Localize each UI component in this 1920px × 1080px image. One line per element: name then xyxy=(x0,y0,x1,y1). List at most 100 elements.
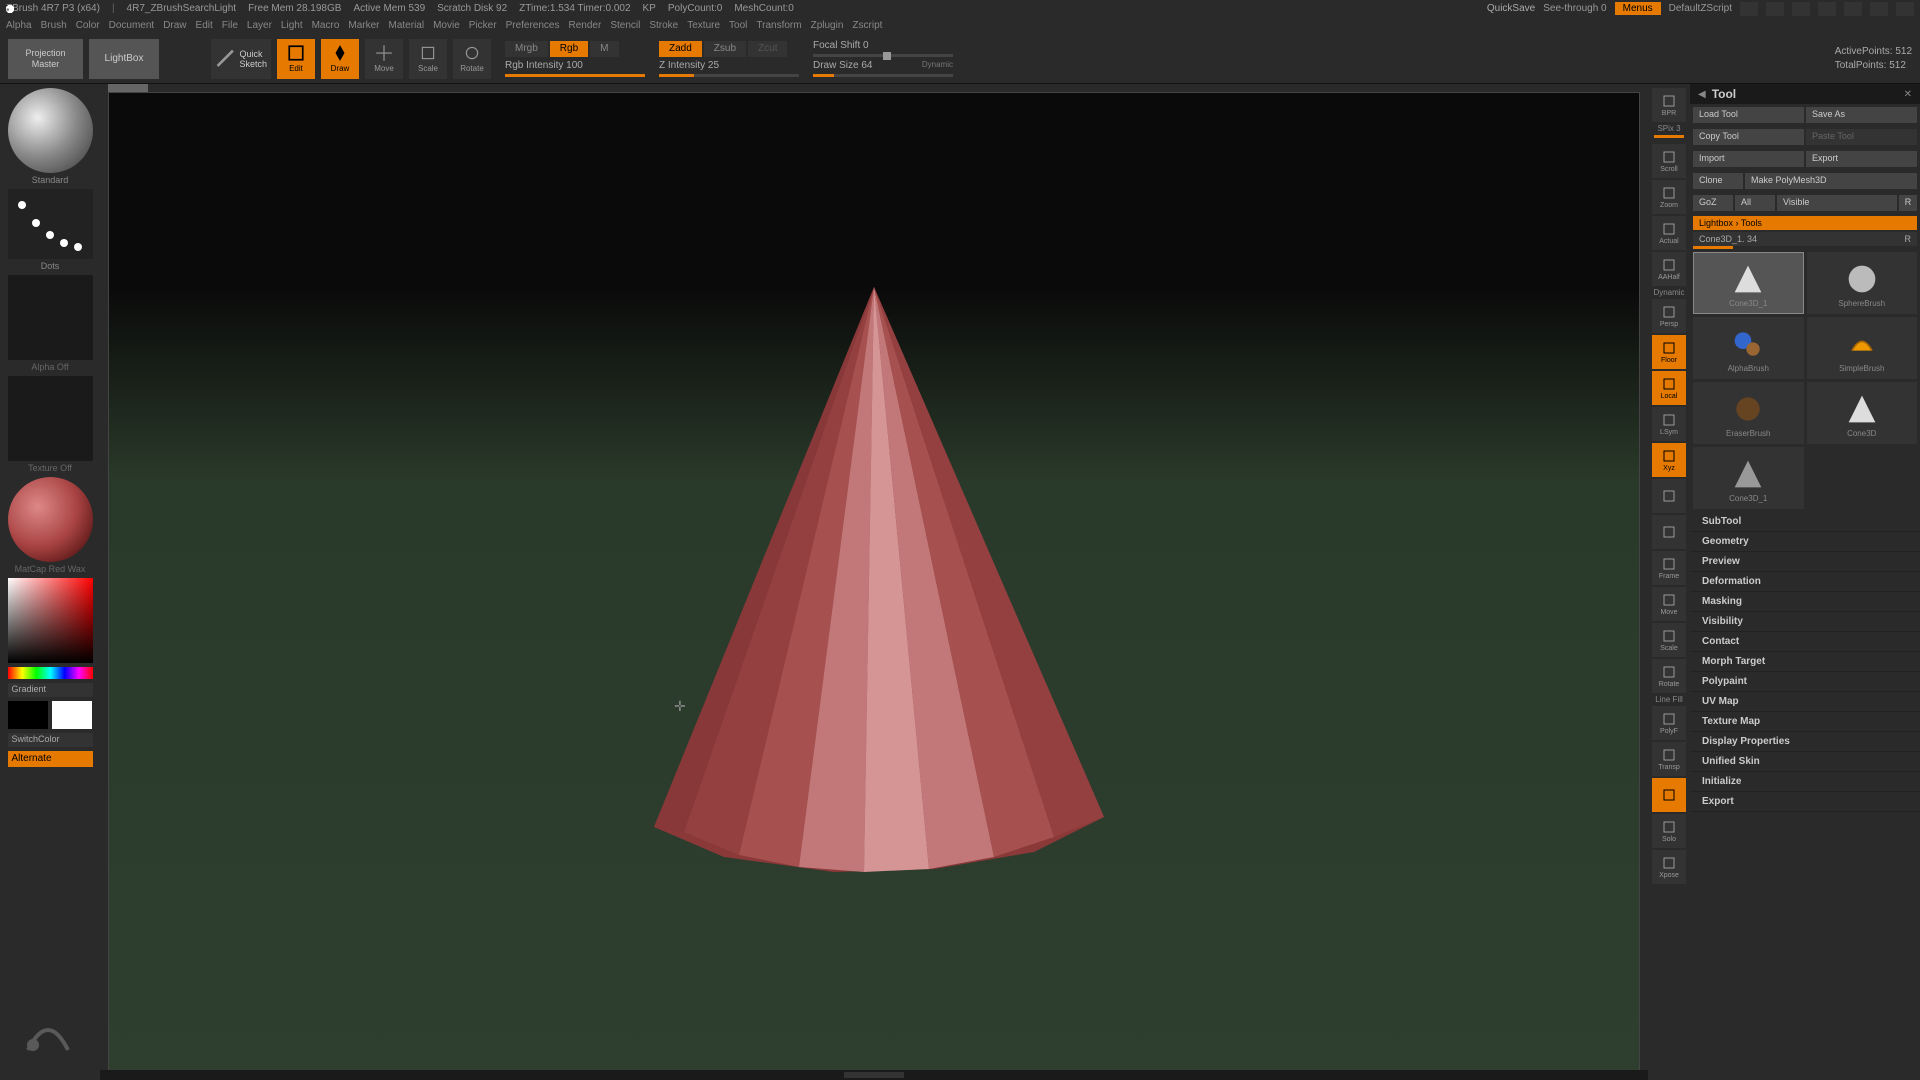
menu-zscript[interactable]: Zscript xyxy=(852,20,882,31)
accordion-texture-map[interactable]: Texture Map xyxy=(1690,712,1920,732)
tool-button[interactable] xyxy=(1652,479,1686,513)
Scale-button[interactable]: Scale xyxy=(1652,623,1686,657)
tool-thumb-EraserBrush[interactable]: EraserBrush xyxy=(1693,382,1804,444)
Actual-button[interactable]: Actual xyxy=(1652,216,1686,250)
texture-thumbnail[interactable] xyxy=(8,376,93,461)
window-icon-4[interactable] xyxy=(1818,2,1836,16)
alpha-thumbnail[interactable] xyxy=(8,275,93,360)
window-icon-3[interactable] xyxy=(1792,2,1810,16)
tool-thumb-Cone3D_1[interactable]: Cone3D_1 xyxy=(1693,252,1804,314)
Local-button[interactable]: Local xyxy=(1652,371,1686,405)
rgb-button[interactable]: Rgb xyxy=(550,41,588,57)
goz-all-button[interactable]: All xyxy=(1735,195,1775,211)
z-intensity-slider[interactable] xyxy=(659,74,799,77)
goz-r-button[interactable]: R xyxy=(1899,195,1917,211)
move-button[interactable]: Move xyxy=(365,39,403,79)
accordion-preview[interactable]: Preview xyxy=(1690,552,1920,572)
window-icon-2[interactable] xyxy=(1766,2,1784,16)
menu-file[interactable]: File xyxy=(222,20,238,31)
Frame-button[interactable]: Frame xyxy=(1652,551,1686,585)
menu-material[interactable]: Material xyxy=(389,20,425,31)
accordion-visibility[interactable]: Visibility xyxy=(1690,612,1920,632)
document-tab[interactable] xyxy=(108,84,148,92)
menu-texture[interactable]: Texture xyxy=(687,20,720,31)
Zoom-button[interactable]: Zoom xyxy=(1652,180,1686,214)
accordion-geometry[interactable]: Geometry xyxy=(1690,532,1920,552)
menu-marker[interactable]: Marker xyxy=(348,20,379,31)
Scroll-button[interactable]: Scroll xyxy=(1652,144,1686,178)
material-thumbnail[interactable] xyxy=(8,477,93,562)
draw-button[interactable]: Draw xyxy=(321,39,359,79)
tool-thumb-Cone3D[interactable]: Cone3D xyxy=(1807,382,1918,444)
PolyF-button[interactable]: PolyF xyxy=(1652,706,1686,740)
rgb-intensity-slider[interactable] xyxy=(505,74,645,77)
quicksketch-button[interactable]: QuickSketch xyxy=(211,39,271,79)
switchcolor-button[interactable]: SwitchColor xyxy=(8,733,93,747)
paste-tool-button[interactable]: Paste Tool xyxy=(1806,129,1917,145)
menu-picker[interactable]: Picker xyxy=(469,20,497,31)
AAHalf-button[interactable]: AAHalf xyxy=(1652,252,1686,286)
tool-thumb-SimpleBrush[interactable]: SimpleBrush xyxy=(1807,317,1918,379)
accordion-masking[interactable]: Masking xyxy=(1690,592,1920,612)
export-button[interactable]: Export xyxy=(1806,151,1917,167)
menu-alpha[interactable]: Alpha xyxy=(6,20,32,31)
accordion-export[interactable]: Export xyxy=(1690,792,1920,812)
menu-macro[interactable]: Macro xyxy=(312,20,340,31)
menu-zplugin[interactable]: Zplugin xyxy=(811,20,844,31)
load-tool-button[interactable]: Load Tool xyxy=(1693,107,1804,123)
menu-brush[interactable]: Brush xyxy=(41,20,67,31)
menu-color[interactable]: Color xyxy=(76,20,100,31)
menu-light[interactable]: Light xyxy=(281,20,303,31)
minimize-icon[interactable] xyxy=(1844,2,1862,16)
hue-slider[interactable] xyxy=(8,667,93,679)
tool-thumb-Cone3D_1[interactable]: Cone3D_1 xyxy=(1693,447,1804,509)
goz-visible-button[interactable]: Visible xyxy=(1777,195,1897,211)
tool-thumb-SphereBrush[interactable]: SphereBrush xyxy=(1807,252,1918,314)
close-icon[interactable] xyxy=(1896,2,1914,16)
save-as-button[interactable]: Save As xyxy=(1806,107,1917,123)
projection-master-button[interactable]: ProjectionMaster xyxy=(8,39,83,79)
accordion-subtool[interactable]: SubTool xyxy=(1690,512,1920,532)
menu-edit[interactable]: Edit xyxy=(196,20,213,31)
LSym-button[interactable]: LSym xyxy=(1652,407,1686,441)
lightbox-tools-header[interactable]: Lightbox › Tools xyxy=(1693,216,1917,230)
menu-layer[interactable]: Layer xyxy=(247,20,272,31)
Transp-button[interactable]: Transp xyxy=(1652,742,1686,776)
viewport[interactable]: ✛ xyxy=(108,92,1640,1072)
secondary-color-swatch[interactable] xyxy=(8,701,48,729)
accordion-polypaint[interactable]: Polypaint xyxy=(1690,672,1920,692)
m-button[interactable]: M xyxy=(590,41,618,57)
zcut-button[interactable]: Zcut xyxy=(748,41,787,57)
tool-button[interactable] xyxy=(1652,515,1686,549)
zadd-button[interactable]: Zadd xyxy=(659,41,702,57)
lightbox-button[interactable]: LightBox xyxy=(89,39,159,79)
accordion-morph-target[interactable]: Morph Target xyxy=(1690,652,1920,672)
accordion-display-properties[interactable]: Display Properties xyxy=(1690,732,1920,752)
window-icon-1[interactable] xyxy=(1740,2,1758,16)
draw-size-slider[interactable] xyxy=(813,74,953,77)
BPR-button[interactable]: BPR xyxy=(1652,88,1686,122)
scale-button[interactable]: Scale xyxy=(409,39,447,79)
quicksave-button[interactable]: QuickSave xyxy=(1487,3,1535,14)
primary-color-swatch[interactable] xyxy=(52,701,92,729)
menu-draw[interactable]: Draw xyxy=(163,20,186,31)
menus-button[interactable]: Menus xyxy=(1615,2,1661,15)
rotate-button[interactable]: Rotate xyxy=(453,39,491,79)
Rotate-button[interactable]: Rotate xyxy=(1652,659,1686,693)
Xyz-button[interactable]: Xyz xyxy=(1652,443,1686,477)
Persp-button[interactable]: Persp xyxy=(1652,299,1686,333)
Floor-button[interactable]: Floor xyxy=(1652,335,1686,369)
make-polymesh-button[interactable]: Make PolyMesh3D xyxy=(1745,173,1917,189)
tool-panel-header[interactable]: ◀ Tool ✕ xyxy=(1690,84,1920,104)
accordion-unified-skin[interactable]: Unified Skin xyxy=(1690,752,1920,772)
alternate-button[interactable]: Alternate xyxy=(8,751,93,767)
accordion-contact[interactable]: Contact xyxy=(1690,632,1920,652)
clone-button[interactable]: Clone xyxy=(1693,173,1743,189)
tool-button[interactable] xyxy=(1652,778,1686,812)
gradient-button[interactable]: Gradient xyxy=(8,683,93,697)
accordion-deformation[interactable]: Deformation xyxy=(1690,572,1920,592)
maximize-icon[interactable] xyxy=(1870,2,1888,16)
menu-stencil[interactable]: Stencil xyxy=(610,20,640,31)
accordion-uv-map[interactable]: UV Map xyxy=(1690,692,1920,712)
zsub-button[interactable]: Zsub xyxy=(704,41,746,57)
